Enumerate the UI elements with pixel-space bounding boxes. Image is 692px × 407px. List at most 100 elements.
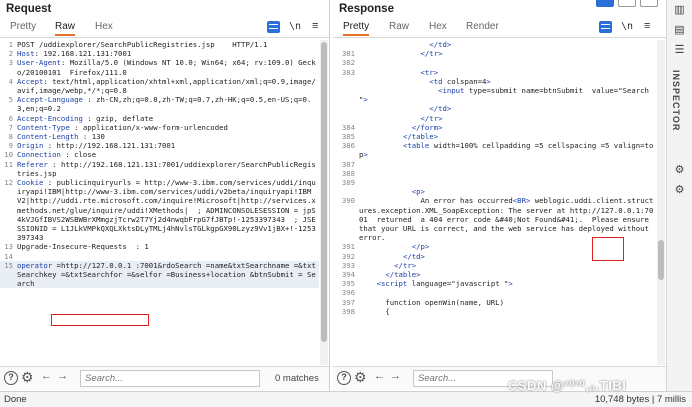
- response-line-text: </table>: [402, 132, 439, 142]
- response-line-number: 396: [341, 288, 355, 298]
- response-code-line: 391 </p>: [333, 242, 656, 251]
- response-code-line: <input type=submit name=btnSubmit value=…: [333, 86, 656, 104]
- request-tab-pretty[interactable]: Pretty: [10, 21, 36, 32]
- response-line-number: 398: [341, 306, 355, 316]
- request-menu-icon[interactable]: ≡: [312, 20, 318, 32]
- response-editor[interactable]: </td> 381 </tr> 382 383 <tr> <td colspan=4>…: [333, 40, 656, 365]
- response-line-number: [333, 187, 359, 196]
- response-line-text: </td>: [429, 104, 452, 114]
- response-tab-render[interactable]: Render: [466, 21, 499, 32]
- layout-horizontal-icon[interactable]: [618, 0, 636, 7]
- response-line-text: </tr>: [394, 260, 417, 270]
- gear-icon[interactable]: ⚙: [354, 369, 367, 385]
- response-size-time: 10,748 bytes | 7 millis: [594, 394, 686, 405]
- response-code-line: 395 <script language="javascript ">: [333, 279, 656, 288]
- request-line-text: Accept-Encoding : gzip, deflate: [17, 113, 154, 123]
- response-code-line: 393 </tr>: [333, 261, 656, 270]
- help-icon[interactable]: ?: [337, 371, 351, 385]
- response-code-line: 384 </form>: [333, 123, 656, 132]
- inspector-settings-icon[interactable]: ⚙: [672, 164, 687, 177]
- request-code-line: 12 Cookie : publicinquiryurls = http://ww…: [0, 178, 319, 242]
- response-code-line: 397 function openWin(name, URL): [333, 298, 656, 307]
- request-line-number: 14: [4, 251, 13, 261]
- request-line-number: 9: [8, 141, 13, 151]
- request-match-count: 0 matches: [275, 373, 319, 384]
- request-code-line: 4 Accept: text/html,application/xhtml+xml…: [0, 77, 319, 95]
- response-line-number: [333, 40, 359, 49]
- request-pane: Request Pretty Raw Hex \n ≡ 1 POST /uddie…: [0, 0, 330, 391]
- request-scrollbar[interactable]: [320, 40, 328, 365]
- response-line-text: </td>: [402, 251, 425, 261]
- response-line-text: </form>: [411, 122, 443, 132]
- response-tab-raw[interactable]: Raw: [389, 21, 409, 32]
- request-line-number: 2: [8, 49, 13, 59]
- response-code-line: 387: [333, 160, 656, 169]
- request-line-number: 7: [8, 122, 13, 132]
- forward-arrow-icon[interactable]: →: [57, 370, 68, 382]
- layout-split-icon[interactable]: [596, 0, 614, 7]
- request-line-text: Origin : http://192.168.121.131:7001: [17, 141, 176, 151]
- inspector-list-icon[interactable]: ☰: [672, 44, 687, 57]
- response-line-text: <script language="javascript ">: [376, 279, 513, 289]
- response-title: Response: [339, 3, 394, 15]
- response-newline-toggle[interactable]: \n: [621, 21, 633, 33]
- response-code-line: 381 </tr>: [333, 49, 656, 58]
- request-line-number: 4: [8, 76, 13, 86]
- response-code-line: 386 <table width=100% cellpadding =5 cel…: [333, 141, 656, 159]
- request-code-line: 9 Origin : http://192.168.121.131:7001: [0, 141, 319, 150]
- request-line-text: Connection : close: [17, 150, 97, 160]
- request-code-line: 2 Host: 192.168.121.131:7001: [0, 49, 319, 58]
- status-text: Done: [4, 394, 27, 405]
- response-tab-pretty[interactable]: Pretty: [343, 21, 370, 36]
- inspector-layout-icon[interactable]: ▤: [672, 24, 687, 37]
- response-tabs: Pretty Raw Hex Render \n ≡: [333, 18, 666, 38]
- gear-icon[interactable]: ⚙: [21, 369, 34, 385]
- response-line-number: 394: [341, 270, 355, 280]
- request-newline-toggle[interactable]: \n: [289, 21, 301, 33]
- layout-single-icon[interactable]: [640, 0, 658, 7]
- response-menu-icon[interactable]: ≡: [644, 20, 650, 32]
- request-code-line: 14: [0, 252, 319, 261]
- response-line-number: 395: [341, 279, 355, 289]
- response-line-number: 390: [341, 196, 355, 206]
- back-arrow-icon[interactable]: ←: [41, 370, 52, 382]
- response-line-number: 384: [341, 122, 355, 132]
- response-line-number: 393: [341, 260, 355, 270]
- response-code-line: 390 An error has occurred<BR> weblogic.u…: [333, 196, 656, 242]
- response-scroll-thumb[interactable]: [658, 240, 664, 280]
- request-code-line: 1 POST /uddiexplorer/SearchPublicRegistri…: [0, 40, 319, 49]
- request-search-input[interactable]: [80, 370, 260, 387]
- response-code-line: 382: [333, 58, 656, 67]
- request-line-text: Accept-Language : zh-CN,zh;q=0.8,zh-TW;q…: [17, 95, 312, 114]
- response-tab-hex[interactable]: Hex: [429, 21, 447, 32]
- response-line-number: [333, 104, 359, 113]
- response-format-icon[interactable]: [599, 21, 612, 33]
- request-line-text: Upgrade-Insecure-Requests : 1: [17, 242, 149, 252]
- response-scrollbar[interactable]: [657, 40, 665, 365]
- request-format-icon[interactable]: [267, 21, 280, 33]
- response-code-line: </td>: [333, 104, 656, 113]
- request-code-line: 10 Connection : close: [0, 150, 319, 159]
- inspector-toggle-icon[interactable]: ▥: [672, 4, 687, 17]
- response-line-text: </table>: [385, 270, 421, 280]
- response-line-text: [359, 288, 656, 297]
- response-line-text: {: [359, 306, 390, 316]
- response-line-number: 391: [341, 242, 355, 252]
- response-line-text: [359, 160, 656, 169]
- back-arrow-icon[interactable]: ←: [374, 370, 385, 382]
- request-line-text: User-Agent: Mozilla/5.0 (Windows NT 10.0…: [17, 58, 316, 77]
- response-code-line: 396: [333, 288, 656, 297]
- inspector-gear-icon[interactable]: ⚙: [672, 184, 687, 197]
- request-code-line: 3 User-Agent: Mozilla/5.0 (Windows NT 10.…: [0, 58, 319, 76]
- request-line-number: 5: [8, 95, 13, 105]
- help-icon[interactable]: ?: [4, 371, 18, 385]
- inspector-label[interactable]: INSPECTOR: [671, 70, 681, 131]
- request-editor[interactable]: 1 POST /uddiexplorer/SearchPublicRegistri…: [0, 40, 319, 365]
- response-line-text: <p>: [411, 187, 425, 197]
- request-line-number: 13: [4, 242, 13, 252]
- forward-arrow-icon[interactable]: →: [390, 370, 401, 382]
- request-tab-hex[interactable]: Hex: [95, 21, 113, 32]
- request-tab-raw[interactable]: Raw: [55, 21, 76, 36]
- request-tabs: Pretty Raw Hex \n ≡: [0, 18, 329, 38]
- request-scroll-thumb[interactable]: [321, 42, 327, 342]
